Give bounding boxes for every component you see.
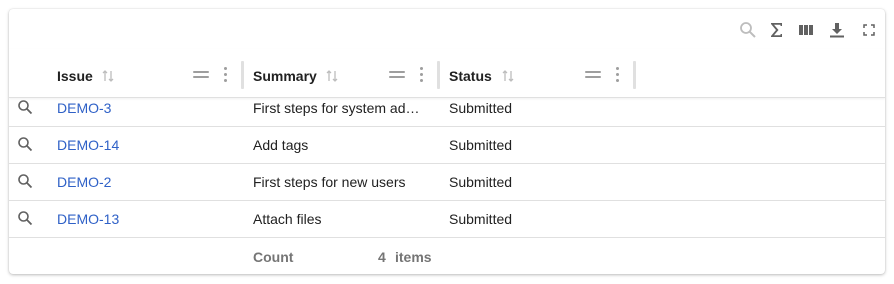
column-title: Status — [449, 68, 492, 84]
search-icon[interactable] — [17, 99, 33, 115]
download-icon[interactable] — [828, 21, 846, 39]
fullscreen-icon[interactable] — [860, 21, 878, 39]
issue-link[interactable]: DEMO-14 — [57, 137, 119, 153]
column-resize-handle[interactable] — [633, 61, 636, 89]
columns-icon[interactable] — [797, 21, 815, 39]
search-icon[interactable] — [17, 136, 33, 152]
table-toolbar — [9, 9, 885, 49]
sort-icon[interactable] — [502, 69, 514, 88]
column-drag-handle-icon[interactable] — [389, 71, 405, 78]
column-resize-handle[interactable] — [437, 61, 440, 89]
status-cell: Submitted — [449, 211, 513, 227]
summary-cell: First steps for new users — [253, 174, 406, 190]
table-row[interactable]: DEMO-2 First steps for new users Submitt… — [9, 163, 885, 201]
column-menu-icon[interactable] — [420, 67, 424, 85]
issue-link[interactable]: DEMO-13 — [57, 211, 119, 227]
column-drag-handle-icon[interactable] — [193, 71, 209, 78]
summary-cell: Add tags — [253, 137, 309, 153]
count-unit: items — [395, 249, 432, 265]
sum-icon[interactable] — [768, 21, 786, 39]
status-cell: Submitted — [449, 174, 513, 190]
table-row[interactable]: DEMO-13 Attach files Submitted — [9, 200, 885, 238]
status-cell: Submitted — [449, 100, 513, 116]
table-row[interactable]: DEMO-3 First steps for system ad… Submit… — [9, 89, 885, 127]
search-icon[interactable] — [739, 21, 757, 39]
table-footer: Count 4 items — [9, 237, 885, 274]
count-label: Count — [253, 249, 294, 265]
column-menu-icon[interactable] — [616, 67, 620, 85]
table-row[interactable]: DEMO-14 Add tags Submitted — [9, 126, 885, 164]
column-title: Summary — [253, 68, 317, 84]
search-icon[interactable] — [17, 210, 33, 226]
column-drag-handle-icon[interactable] — [585, 71, 601, 78]
sort-icon[interactable] — [326, 69, 338, 88]
count-value: 4 — [378, 249, 386, 265]
column-title: Issue — [57, 68, 93, 84]
column-menu-icon[interactable] — [224, 67, 228, 85]
issues-table-card: Issue Summary Status DEMO-3 First steps … — [9, 9, 885, 274]
issue-link[interactable]: DEMO-3 — [57, 100, 111, 116]
sort-icon[interactable] — [102, 69, 114, 88]
issue-link[interactable]: DEMO-2 — [57, 174, 111, 190]
summary-cell: First steps for system ad… — [253, 100, 420, 116]
status-cell: Submitted — [449, 137, 513, 153]
summary-cell: Attach files — [253, 211, 322, 227]
search-icon[interactable] — [17, 173, 33, 189]
column-resize-handle[interactable] — [241, 61, 244, 89]
